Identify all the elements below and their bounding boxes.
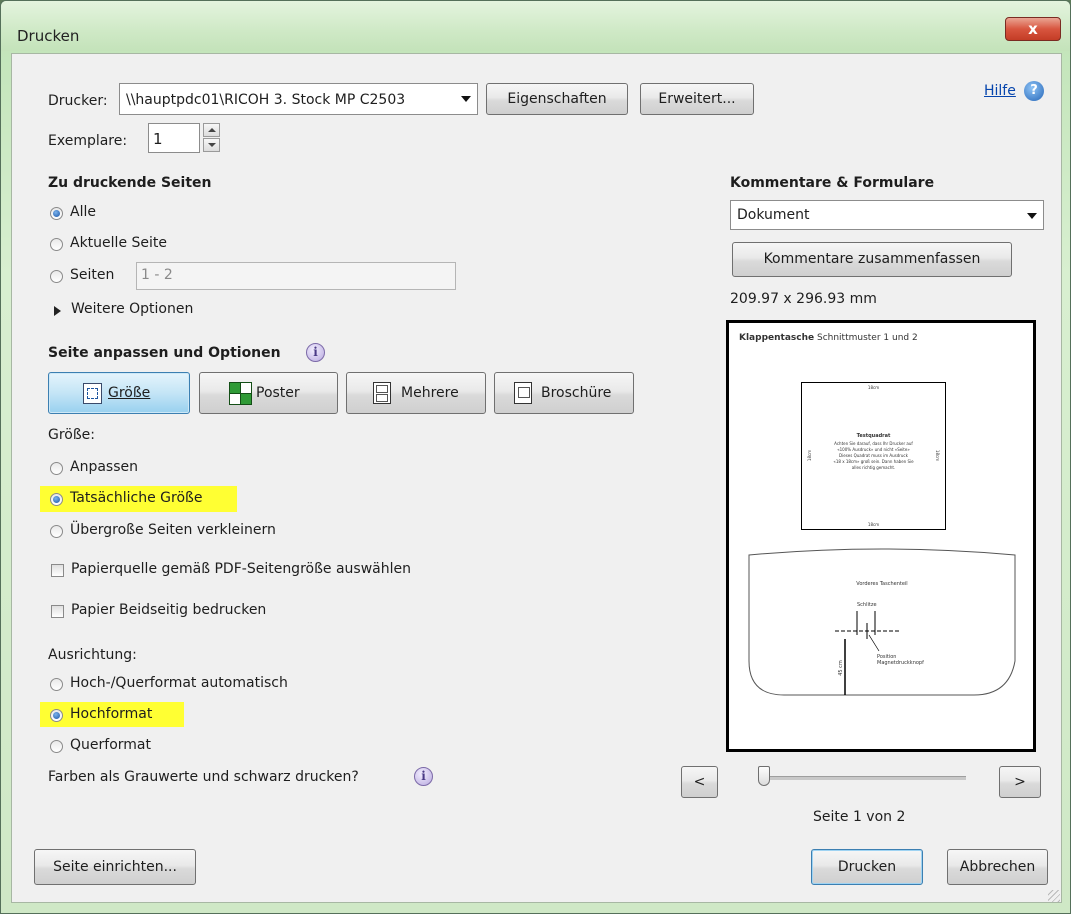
preview-square-top-label: 18cm — [867, 385, 880, 390]
booklet-icon — [514, 382, 532, 404]
tab-size[interactable]: Größe — [48, 372, 190, 414]
printer-label: Drucker: — [48, 93, 108, 109]
poster-icon — [229, 382, 252, 405]
radio-shrink-label[interactable]: Übergroße Seiten verkleinern — [70, 522, 276, 538]
radio-current-page-label[interactable]: Aktuelle Seite — [70, 235, 167, 251]
title-bar[interactable]: Drucken x — [1, 1, 1070, 51]
stepper-down-icon[interactable] — [203, 138, 220, 152]
orientation-label: Ausrichtung: — [48, 647, 137, 663]
close-button[interactable]: x — [1005, 17, 1061, 41]
radio-portrait-label[interactable]: Hochformat — [70, 706, 152, 722]
preview-square-line: «18 x 18cm» groß sein. Dann haben Sie — [833, 459, 914, 464]
copies-input[interactable]: 1 — [148, 123, 200, 153]
preview-square-bottom-label: 18cm — [867, 522, 880, 527]
grayscale-info-icon[interactable]: i — [414, 767, 433, 786]
slider-track[interactable] — [758, 776, 966, 780]
help-icon[interactable]: ? — [1024, 81, 1044, 101]
preview-square-line: Achten Sie darauf, dass Ihr Drucker auf — [834, 441, 913, 446]
page-slider[interactable] — [758, 766, 966, 794]
cancel-button[interactable]: Abbrechen — [947, 849, 1048, 885]
comments-select[interactable]: Dokument — [730, 200, 1044, 230]
triangle-right-icon[interactable] — [54, 306, 61, 316]
preview-piece-title: Vorderes Taschenteil — [856, 581, 908, 587]
radio-fit-label[interactable]: Anpassen — [70, 459, 138, 475]
preview-title: Klappentasche Schnittmuster 1 und 2 — [739, 333, 918, 343]
tab-multiple[interactable]: Mehrere — [346, 372, 486, 414]
page-size-text: 209.97 x 296.93 mm — [730, 291, 877, 307]
radio-all[interactable] — [50, 207, 63, 220]
preview-measure-label: 45 cm — [837, 660, 844, 676]
size-icon — [83, 383, 102, 404]
copies-label: Exemplare: — [48, 133, 128, 149]
printer-select[interactable]: \\hauptpdc01\RICOH 3. Stock MP C2503 — [119, 83, 478, 115]
radio-auto-orientation-label[interactable]: Hoch-/Querformat automatisch — [70, 675, 288, 691]
tab-booklet[interactable]: Broschüre — [494, 372, 634, 414]
chevron-down-icon — [1027, 213, 1037, 219]
multiple-pages-icon — [373, 382, 391, 404]
chevron-down-icon — [461, 96, 471, 102]
grayscale-label: Farben als Grauwerte und schwarz drucken… — [48, 769, 359, 785]
print-dialog: Drucken x Drucker: \\hauptpdc01\RICOH 3.… — [0, 0, 1071, 914]
printer-value: \\hauptpdc01\RICOH 3. Stock MP C2503 — [126, 92, 406, 108]
stepper-up-icon[interactable] — [203, 123, 220, 137]
preview-square-line: «100% Ausdruck» und nicht «Seite» — [837, 447, 910, 452]
radio-landscape[interactable] — [50, 740, 63, 753]
page-status: Seite 1 von 2 — [813, 809, 906, 825]
preview-title-rest: Schnittmuster 1 und 2 — [816, 333, 918, 343]
preview-title-bold: Klappentasche — [739, 333, 815, 343]
radio-auto-orientation[interactable] — [50, 678, 63, 691]
radio-all-label[interactable]: Alle — [70, 204, 96, 220]
preview-snap-label: Magnetdruckknopf — [877, 660, 924, 666]
copies-stepper[interactable] — [203, 123, 220, 153]
copies-value: 1 — [153, 130, 163, 148]
duplex-label[interactable]: Papier Beidseitig bedrucken — [71, 602, 266, 618]
tab-booklet-label: Broschüre — [541, 385, 612, 401]
pages-heading: Zu druckende Seiten — [48, 175, 212, 191]
more-options-toggle[interactable]: Weitere Optionen — [71, 301, 193, 317]
tab-size-label: Größe — [108, 385, 151, 401]
slider-thumb[interactable] — [758, 766, 770, 786]
help-link[interactable]: Hilfe — [984, 83, 1016, 99]
fit-heading: Seite anpassen und Optionen — [48, 345, 281, 361]
comments-select-value: Dokument — [737, 207, 810, 223]
preview-square-line: Dieses Quadrat muss im Ausdruck — [839, 453, 908, 458]
page-setup-button[interactable]: Seite einrichten... — [34, 849, 196, 885]
print-button[interactable]: Drucken — [811, 849, 923, 885]
next-page-button[interactable]: > — [999, 766, 1041, 798]
preview-page: Klappentasche Schnittmuster 1 und 2 18cm… — [739, 329, 1025, 743]
prev-page-button[interactable]: < — [681, 766, 718, 798]
preview-slit-label: Schlitze — [857, 602, 877, 608]
properties-button[interactable]: Eigenschaften — [486, 83, 628, 115]
info-icon[interactable]: i — [306, 343, 325, 362]
preview-test-square: 18cm 18cm 18cm 18cm Testquadrat Achten S… — [801, 382, 946, 530]
radio-landscape-label[interactable]: Querformat — [70, 737, 151, 753]
radio-current-page[interactable] — [50, 238, 63, 251]
dialog-body: Drucker: \\hauptpdc01\RICOH 3. Stock MP … — [11, 53, 1062, 903]
paper-source-checkbox[interactable] — [51, 564, 64, 577]
tab-multiple-label: Mehrere — [401, 385, 459, 401]
print-preview: Klappentasche Schnittmuster 1 und 2 18cm… — [726, 320, 1036, 752]
summarize-comments-button[interactable]: Kommentare zusammenfassen — [732, 242, 1012, 277]
comments-heading: Kommentare & Formulare — [730, 175, 935, 191]
dialog-title: Drucken — [17, 27, 80, 45]
paper-source-label[interactable]: Papierquelle gemäß PDF-Seitengröße auswä… — [71, 561, 411, 577]
resize-grip-icon[interactable] — [1048, 890, 1060, 902]
tab-poster[interactable]: Poster — [199, 372, 338, 414]
radio-actual-size[interactable] — [50, 493, 63, 506]
pages-range-value: 1 - 2 — [141, 267, 173, 283]
pages-range-input[interactable]: 1 - 2 — [136, 262, 456, 290]
radio-portrait[interactable] — [50, 709, 63, 722]
radio-pages-label[interactable]: Seiten — [70, 267, 114, 283]
radio-fit[interactable] — [50, 462, 63, 475]
duplex-checkbox[interactable] — [51, 605, 64, 618]
radio-shrink[interactable] — [50, 525, 63, 538]
preview-square-heading: Testquadrat — [856, 433, 891, 439]
radio-actual-size-label[interactable]: Tatsächliche Größe — [70, 490, 202, 506]
radio-pages[interactable] — [50, 270, 63, 283]
preview-square-line: alles richtig gemacht. — [851, 465, 896, 470]
tab-poster-label: Poster — [256, 385, 300, 401]
advanced-button[interactable]: Erweitert... — [640, 83, 754, 115]
preview-pattern-piece — [748, 548, 1016, 696]
size-label: Größe: — [48, 427, 96, 443]
